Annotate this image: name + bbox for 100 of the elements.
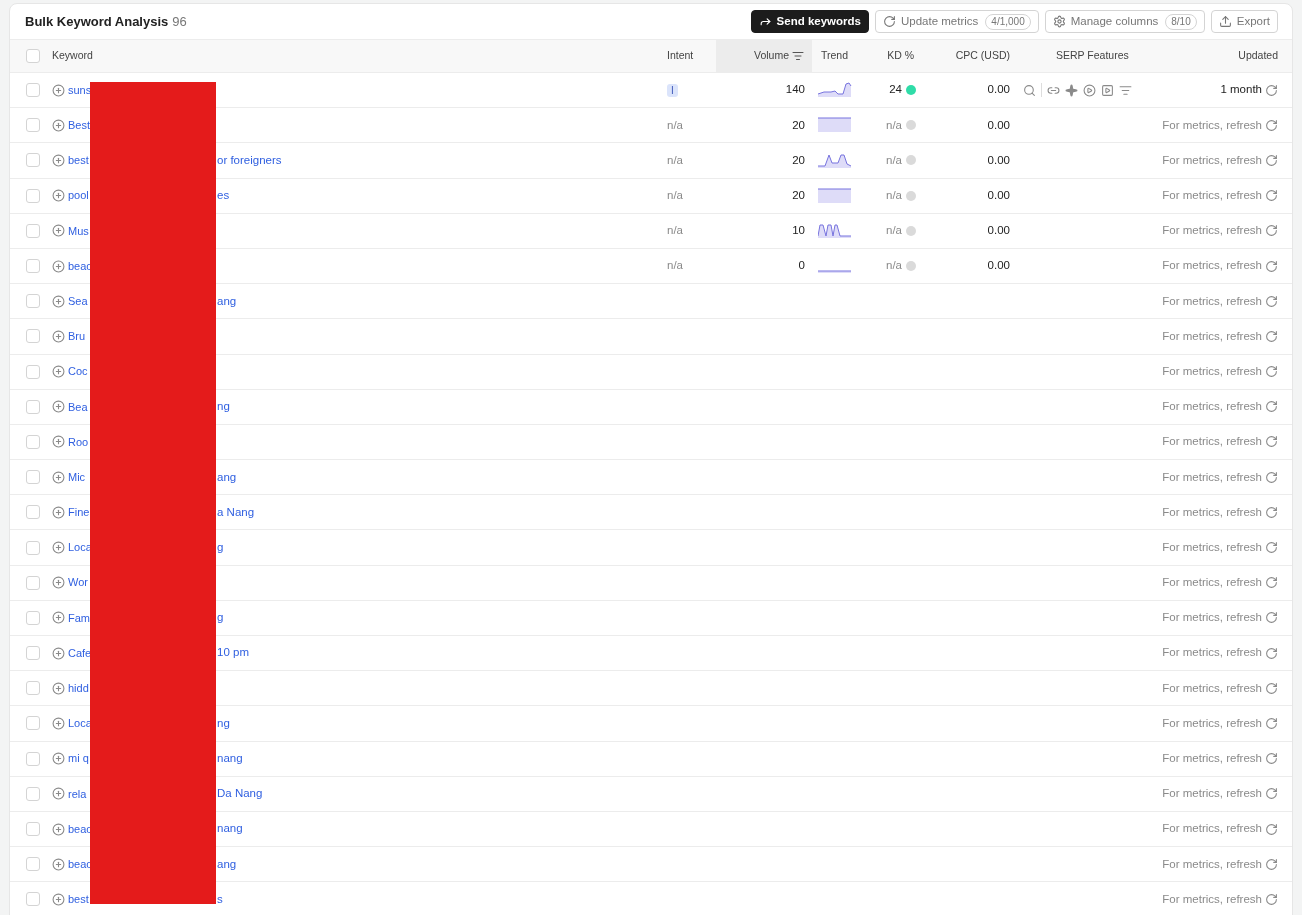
add-icon[interactable] [52,822,65,836]
refresh-icon[interactable] [1265,118,1278,132]
checkbox[interactable] [26,294,40,309]
keyword-link[interactable]: beac [68,855,92,873]
checkbox[interactable] [26,786,40,801]
toolbar-button[interactable]: Update metrics 4/1,000 [875,10,1039,33]
refresh-icon[interactable] [1265,752,1278,766]
add-icon[interactable] [52,400,65,414]
keyword-link[interactable]: Fam [68,609,90,627]
checkbox[interactable] [26,610,40,625]
add-icon[interactable] [52,576,65,590]
keyword-link[interactable]: a Nang [217,503,255,521]
checkbox[interactable] [26,259,40,274]
refresh-icon[interactable] [1265,505,1278,519]
keyword-link[interactable]: Coc [68,363,88,380]
add-icon[interactable] [52,716,65,730]
refresh-icon[interactable] [1265,259,1278,273]
refresh-icon[interactable] [1265,541,1278,555]
add-icon[interactable] [52,646,65,660]
refresh-icon[interactable] [1265,611,1278,625]
checkbox[interactable] [26,118,40,133]
checkbox[interactable] [26,505,40,520]
toolbar-button[interactable]: Send keywords [750,10,869,33]
checkbox[interactable] [26,470,40,485]
add-icon[interactable] [52,329,65,343]
checkbox[interactable] [26,575,40,590]
column-header[interactable]: Intent [667,48,694,64]
add-icon[interactable] [52,505,65,519]
add-icon[interactable] [52,787,65,801]
keyword-link[interactable]: nang [217,750,243,768]
checkbox[interactable] [26,364,40,379]
keyword-link[interactable]: Mus [68,222,89,240]
add-icon[interactable] [52,224,65,238]
add-icon[interactable] [52,365,65,379]
refresh-icon[interactable] [1265,83,1278,97]
keyword-link[interactable]: 10 pm [217,644,249,662]
keyword-link[interactable]: Fine [68,504,90,521]
refresh-icon[interactable] [1265,822,1278,836]
keyword-link[interactable]: rela [68,785,87,803]
keyword-link[interactable]: ang [217,855,237,873]
keyword-link[interactable]: s [217,890,223,909]
toolbar-button[interactable]: Export [1210,10,1278,33]
refresh-icon[interactable] [1265,681,1278,695]
refresh-icon[interactable] [1265,470,1278,484]
add-icon[interactable] [52,681,65,695]
column-header[interactable]: SERP Features [1056,48,1129,64]
column-header[interactable]: Keyword [52,48,93,64]
add-icon[interactable] [52,259,65,273]
keyword-link[interactable]: or foreigners [217,151,282,170]
checkbox[interactable] [26,153,40,168]
keyword-link[interactable]: mi q [68,750,89,767]
toolbar-button[interactable]: Manage columns 8/10 [1044,10,1205,33]
checkbox[interactable] [26,434,40,449]
add-icon[interactable] [52,541,65,555]
checkbox[interactable] [26,399,40,414]
keyword-link[interactable]: beac [68,820,92,838]
add-icon[interactable] [52,189,65,203]
add-icon[interactable] [52,153,65,167]
keyword-link[interactable]: Da Nang [217,785,263,803]
checkbox[interactable] [26,188,40,203]
refresh-icon[interactable] [1265,892,1278,906]
refresh-icon[interactable] [1265,576,1278,590]
checkbox[interactable] [26,223,40,238]
checkbox[interactable] [26,751,40,766]
keyword-link[interactable]: Sea [68,292,88,310]
keyword-link[interactable]: Bea [68,398,88,416]
add-icon[interactable] [52,892,65,906]
refresh-icon[interactable] [1265,716,1278,730]
refresh-icon[interactable] [1265,400,1278,414]
column-header[interactable]: Trend [821,48,849,64]
keyword-link[interactable]: hidd [68,680,89,697]
keyword-link[interactable]: Best [68,117,90,134]
keyword-link[interactable]: g [217,609,224,627]
keyword-link[interactable]: g [217,538,224,557]
add-icon[interactable] [52,752,65,766]
checkbox[interactable] [26,329,40,344]
keyword-link[interactable]: ang [217,292,237,310]
add-icon[interactable] [52,83,65,97]
refresh-icon[interactable] [1265,224,1278,238]
column-header[interactable]: KD % [887,48,914,64]
refresh-icon[interactable] [1265,787,1278,801]
checkbox[interactable] [26,822,40,837]
keyword-link[interactable]: ng [217,714,230,733]
add-icon[interactable] [52,857,65,871]
refresh-icon[interactable] [1265,329,1278,343]
add-icon[interactable] [52,470,65,484]
add-icon[interactable] [52,611,65,625]
checkbox[interactable] [26,83,40,98]
add-icon[interactable] [52,294,65,308]
keyword-link[interactable]: beac [68,257,92,275]
column-header[interactable]: Updated [1238,48,1278,64]
keyword-link[interactable]: Mic [68,468,86,486]
checkbox[interactable] [26,646,40,661]
refresh-icon[interactable] [1265,189,1278,203]
keyword-link[interactable]: Roo [68,433,89,451]
keyword-link[interactable]: es [217,187,230,205]
keyword-link[interactable]: Wor [68,574,88,591]
column-header[interactable]: CPC (USD) [955,48,1010,64]
keyword-link[interactable]: ng [217,398,230,416]
keyword-link[interactable]: Bru [68,328,86,345]
